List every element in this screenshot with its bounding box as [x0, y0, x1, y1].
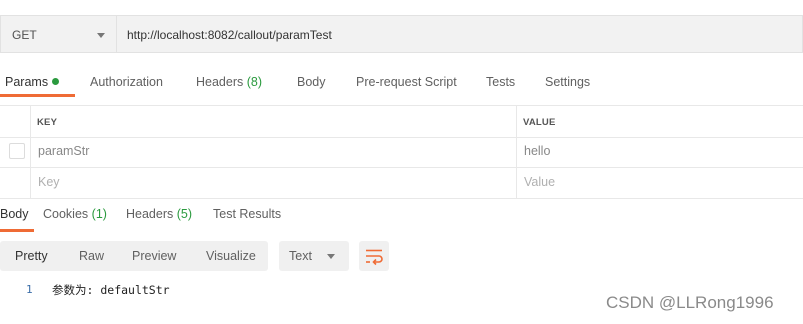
tab-label: Headers	[196, 75, 244, 89]
table-header-row: KEY VALUE	[0, 105, 803, 138]
tab-cookies[interactable]: Cookies (1)	[43, 207, 107, 221]
tab-label: Body	[0, 207, 29, 221]
column-divider	[30, 167, 31, 198]
method-select[interactable]: GET	[0, 15, 116, 53]
new-value-input[interactable]: Value	[524, 175, 555, 189]
tab-test-results[interactable]: Test Results	[213, 207, 281, 221]
code-line: 参数为: defaultStr	[52, 283, 170, 297]
column-divider	[516, 167, 517, 198]
watermark: CSDN @LLRong1996	[606, 293, 774, 312]
tab-response-body[interactable]: Body	[0, 207, 29, 221]
view-pretty-button[interactable]: Pretty	[15, 249, 48, 263]
request-tabs: Params Authorization Headers (8) Body Pr…	[0, 68, 803, 98]
tab-label: Authorization	[90, 75, 163, 89]
chevron-down-icon	[327, 254, 335, 259]
param-enabled-checkbox[interactable]	[9, 143, 25, 159]
tab-pre-request-script[interactable]: Pre-request Script	[356, 75, 457, 89]
wrap-lines-icon	[366, 249, 383, 266]
tab-headers[interactable]: Headers (8)	[196, 75, 262, 89]
column-divider	[30, 136, 31, 167]
param-key-field[interactable]: paramStr	[38, 144, 89, 158]
url-input[interactable]: http://localhost:8082/callout/paramTest	[116, 15, 803, 53]
response-view-bar: Pretty Raw Preview Visualize Text	[0, 241, 803, 272]
tab-response-headers[interactable]: Headers (5)	[126, 207, 192, 221]
wrap-lines-button[interactable]	[359, 241, 389, 271]
chevron-down-icon	[97, 33, 105, 38]
table-row: Key Value	[0, 167, 803, 199]
tab-label: Cookies	[43, 207, 89, 221]
request-url-bar: GET http://localhost:8082/callout/paramT…	[0, 15, 803, 55]
view-mode-group: Pretty Raw Preview Visualize	[0, 241, 268, 271]
view-preview-button[interactable]: Preview	[132, 249, 176, 263]
params-active-dot-icon	[52, 78, 60, 85]
tab-tests[interactable]: Tests	[486, 75, 515, 89]
view-visualize-button[interactable]: Visualize	[206, 249, 256, 263]
tab-settings[interactable]: Settings	[545, 75, 590, 89]
tab-body[interactable]: Body	[297, 75, 326, 89]
line-number: 1	[26, 283, 33, 296]
tab-count: (8)	[246, 75, 263, 89]
tab-label: Settings	[545, 75, 591, 89]
tab-label: Headers	[126, 207, 174, 221]
active-response-tab-indicator	[0, 229, 34, 232]
key-column-header: KEY	[37, 117, 58, 128]
table-row: paramStr hello	[0, 136, 803, 168]
tab-params[interactable]: Params	[5, 75, 60, 89]
param-value-field[interactable]: hello	[524, 144, 550, 158]
format-select[interactable]: Text	[279, 241, 349, 271]
active-tab-indicator	[0, 94, 75, 97]
tab-label: Body	[297, 75, 326, 89]
tab-label: Test Results	[213, 207, 282, 221]
method-label: GET	[12, 28, 37, 42]
new-key-input[interactable]: Key	[38, 175, 60, 189]
response-tabs: Body Cookies (1) Headers (5) Test Result…	[0, 200, 803, 232]
tab-authorization[interactable]: Authorization	[90, 75, 163, 89]
column-divider	[516, 136, 517, 167]
value-column-header: VALUE	[523, 117, 556, 128]
tab-label: Pre-request Script	[356, 75, 457, 89]
tab-count: (1)	[91, 207, 107, 221]
view-raw-button[interactable]: Raw	[79, 249, 104, 263]
format-label: Text	[289, 249, 312, 263]
url-text: http://localhost:8082/callout/paramTest	[127, 28, 332, 42]
tab-count: (5)	[176, 207, 193, 221]
column-divider	[516, 106, 517, 137]
tab-label: Tests	[486, 75, 516, 89]
column-divider	[30, 106, 31, 137]
tab-label: Params	[5, 75, 49, 89]
